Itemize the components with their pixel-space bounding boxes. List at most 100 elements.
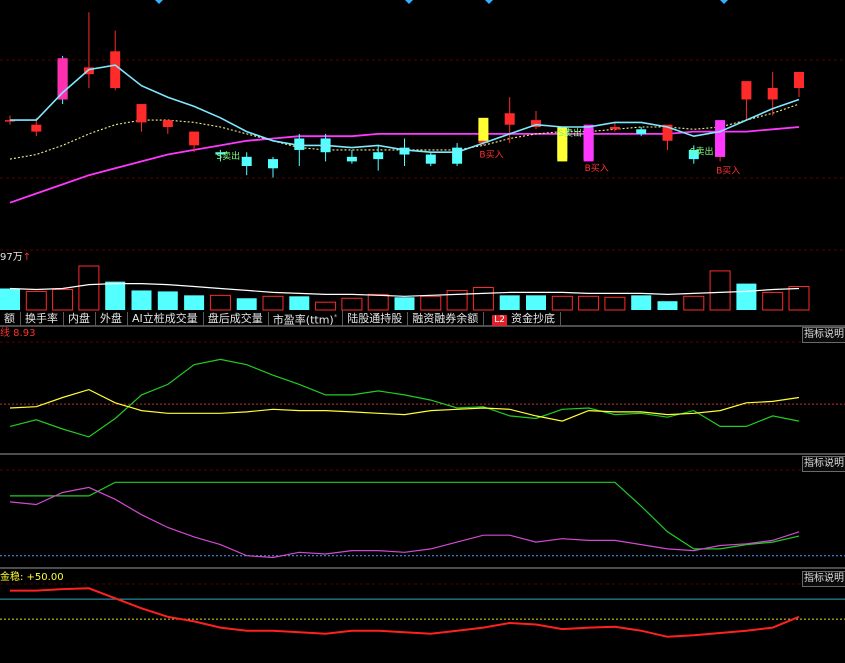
- candle-body: [636, 129, 647, 134]
- tab-label: 陆股通持股: [347, 311, 403, 325]
- diamond-marker-1: [405, 0, 413, 4]
- volume-bar: [367, 293, 389, 311]
- volume-bar: [184, 295, 205, 310]
- indicator-tab-bar: 额换手率 内盘 外盘 AI立桩成交量 盘后成交量 市盈率(ttm)* 陆股通持股 融资融券余额…: [0, 309, 845, 328]
- volume-bar: [52, 288, 74, 311]
- candle-body: [425, 154, 436, 164]
- volume-bar: [341, 297, 363, 311]
- tab-0[interactable]: 额: [0, 311, 21, 326]
- volume-bar: [472, 287, 494, 311]
- candle-body: [609, 127, 620, 130]
- indicator-1-label: 线 8.93: [0, 328, 36, 339]
- tab-4[interactable]: AI立桩成交量: [128, 311, 204, 326]
- candle-body: [31, 124, 42, 132]
- volume-bar: [157, 291, 178, 310]
- sell-signal-label: S卖出: [558, 127, 582, 139]
- buy-signal-label: B买入: [585, 163, 609, 174]
- indicator-info-button-2[interactable]: 指标说明: [802, 456, 845, 472]
- indicator-info-button-1[interactable]: 指标说明: [802, 327, 845, 343]
- tab-label: 资金抄底: [510, 311, 555, 325]
- tab-label: 额: [4, 311, 15, 325]
- volume-bar: [657, 301, 678, 310]
- tab-label: 内盘: [68, 311, 90, 325]
- signal-bar: [583, 124, 594, 162]
- up-arrow-icon: ↑: [22, 252, 32, 263]
- ind2-magenta-line: [9, 486, 800, 559]
- ind2-green-line: [10, 481, 800, 550]
- tab-label: 融资融券余额: [412, 311, 479, 325]
- volume-bar: [683, 295, 705, 311]
- indicator-info-button-3[interactable]: 指标说明: [802, 571, 845, 587]
- volume-bar: [131, 290, 152, 310]
- volume-bar: [631, 295, 652, 310]
- ind3-red-line: [10, 587, 800, 638]
- volume-bar: [394, 297, 415, 310]
- candle-body: [241, 156, 252, 166]
- tab-1[interactable]: 换手率: [21, 311, 64, 326]
- candle-body: [741, 81, 752, 100]
- volume-bar: [551, 295, 573, 311]
- volume-value: 97万: [0, 252, 23, 263]
- signal-bar: [715, 120, 726, 157]
- stock-chart: S卖出S卖出S卖出B买入B买入 B买入: [0, 0, 845, 638]
- candle-body: [162, 120, 173, 127]
- indicator-panel-2: [0, 481, 845, 559]
- volume-bar: [420, 295, 442, 311]
- candle-body: [504, 113, 515, 125]
- tab-2[interactable]: 内盘: [64, 311, 96, 326]
- volume-label: 97万↑: [0, 252, 31, 264]
- diamond-marker-0: [155, 0, 163, 4]
- volume-bar: [289, 296, 310, 310]
- tab-5[interactable]: 盘后成交量: [204, 311, 269, 326]
- diamond-marker-3: [720, 0, 728, 4]
- candle-body: [794, 71, 804, 88]
- tab-label: 外盘: [100, 311, 122, 325]
- volume-bar: [762, 291, 784, 311]
- tab-6[interactable]: 市盈率(ttm)*: [269, 309, 344, 328]
- candle-body: [373, 152, 384, 160]
- tab-9[interactable]: L2 资金抄底: [484, 311, 561, 326]
- volume-bar: [526, 295, 546, 310]
- volume-bar: [0, 288, 20, 310]
- volume-bar: [604, 296, 626, 311]
- volume-bar: [499, 295, 520, 310]
- tab-7[interactable]: 陆股通持股: [343, 311, 409, 326]
- volume-bar: [25, 290, 47, 311]
- tab-3[interactable]: 外盘: [96, 311, 128, 326]
- level2-badge: L2: [492, 314, 507, 326]
- sell-signal-label: S卖出: [216, 150, 240, 162]
- volume-bar: [209, 294, 231, 311]
- ind1-green-line: [9, 358, 800, 438]
- volume-bar: [105, 281, 126, 310]
- indicator-panel-3: [0, 587, 845, 638]
- volume-bar: [709, 270, 731, 311]
- tab-label: 换手率: [25, 311, 58, 325]
- buy-signal-label: B买入: [716, 165, 740, 176]
- volume-bar: [578, 295, 600, 311]
- buy-signal-label: B买入: [479, 149, 503, 160]
- candle-body: [452, 147, 463, 164]
- candle-body: [767, 88, 778, 100]
- indicator-3-label: 金稳: +50.00: [0, 572, 64, 583]
- sell-signal-label: S卖出: [690, 145, 714, 157]
- volume-bar: [236, 298, 257, 310]
- candle-body: [110, 51, 121, 88]
- diamond-marker-2: [485, 0, 493, 4]
- tab-label: 市盈率(ttm): [272, 313, 334, 327]
- signal-bar: [478, 117, 489, 141]
- candle-body: [268, 159, 278, 169]
- tab-label: AI立桩成交量: [132, 311, 198, 325]
- volume-bar: [262, 295, 284, 311]
- volume-bar: [78, 265, 100, 311]
- volume-ma-line: [9, 283, 800, 297]
- asterisk-icon: *: [333, 312, 338, 321]
- volume-bar: [788, 286, 810, 311]
- candle-body: [346, 156, 357, 162]
- volume-bar: [446, 289, 468, 311]
- candle-body: [189, 131, 200, 146]
- tab-8[interactable]: 融资融券余额: [408, 311, 485, 326]
- candlestick-panel: S卖出S卖出S卖出B买入B买入 B买入: [5, 12, 804, 204]
- candle-body: [136, 104, 147, 123]
- volume-bar: [736, 283, 757, 310]
- indicator-panel-1: [0, 358, 845, 438]
